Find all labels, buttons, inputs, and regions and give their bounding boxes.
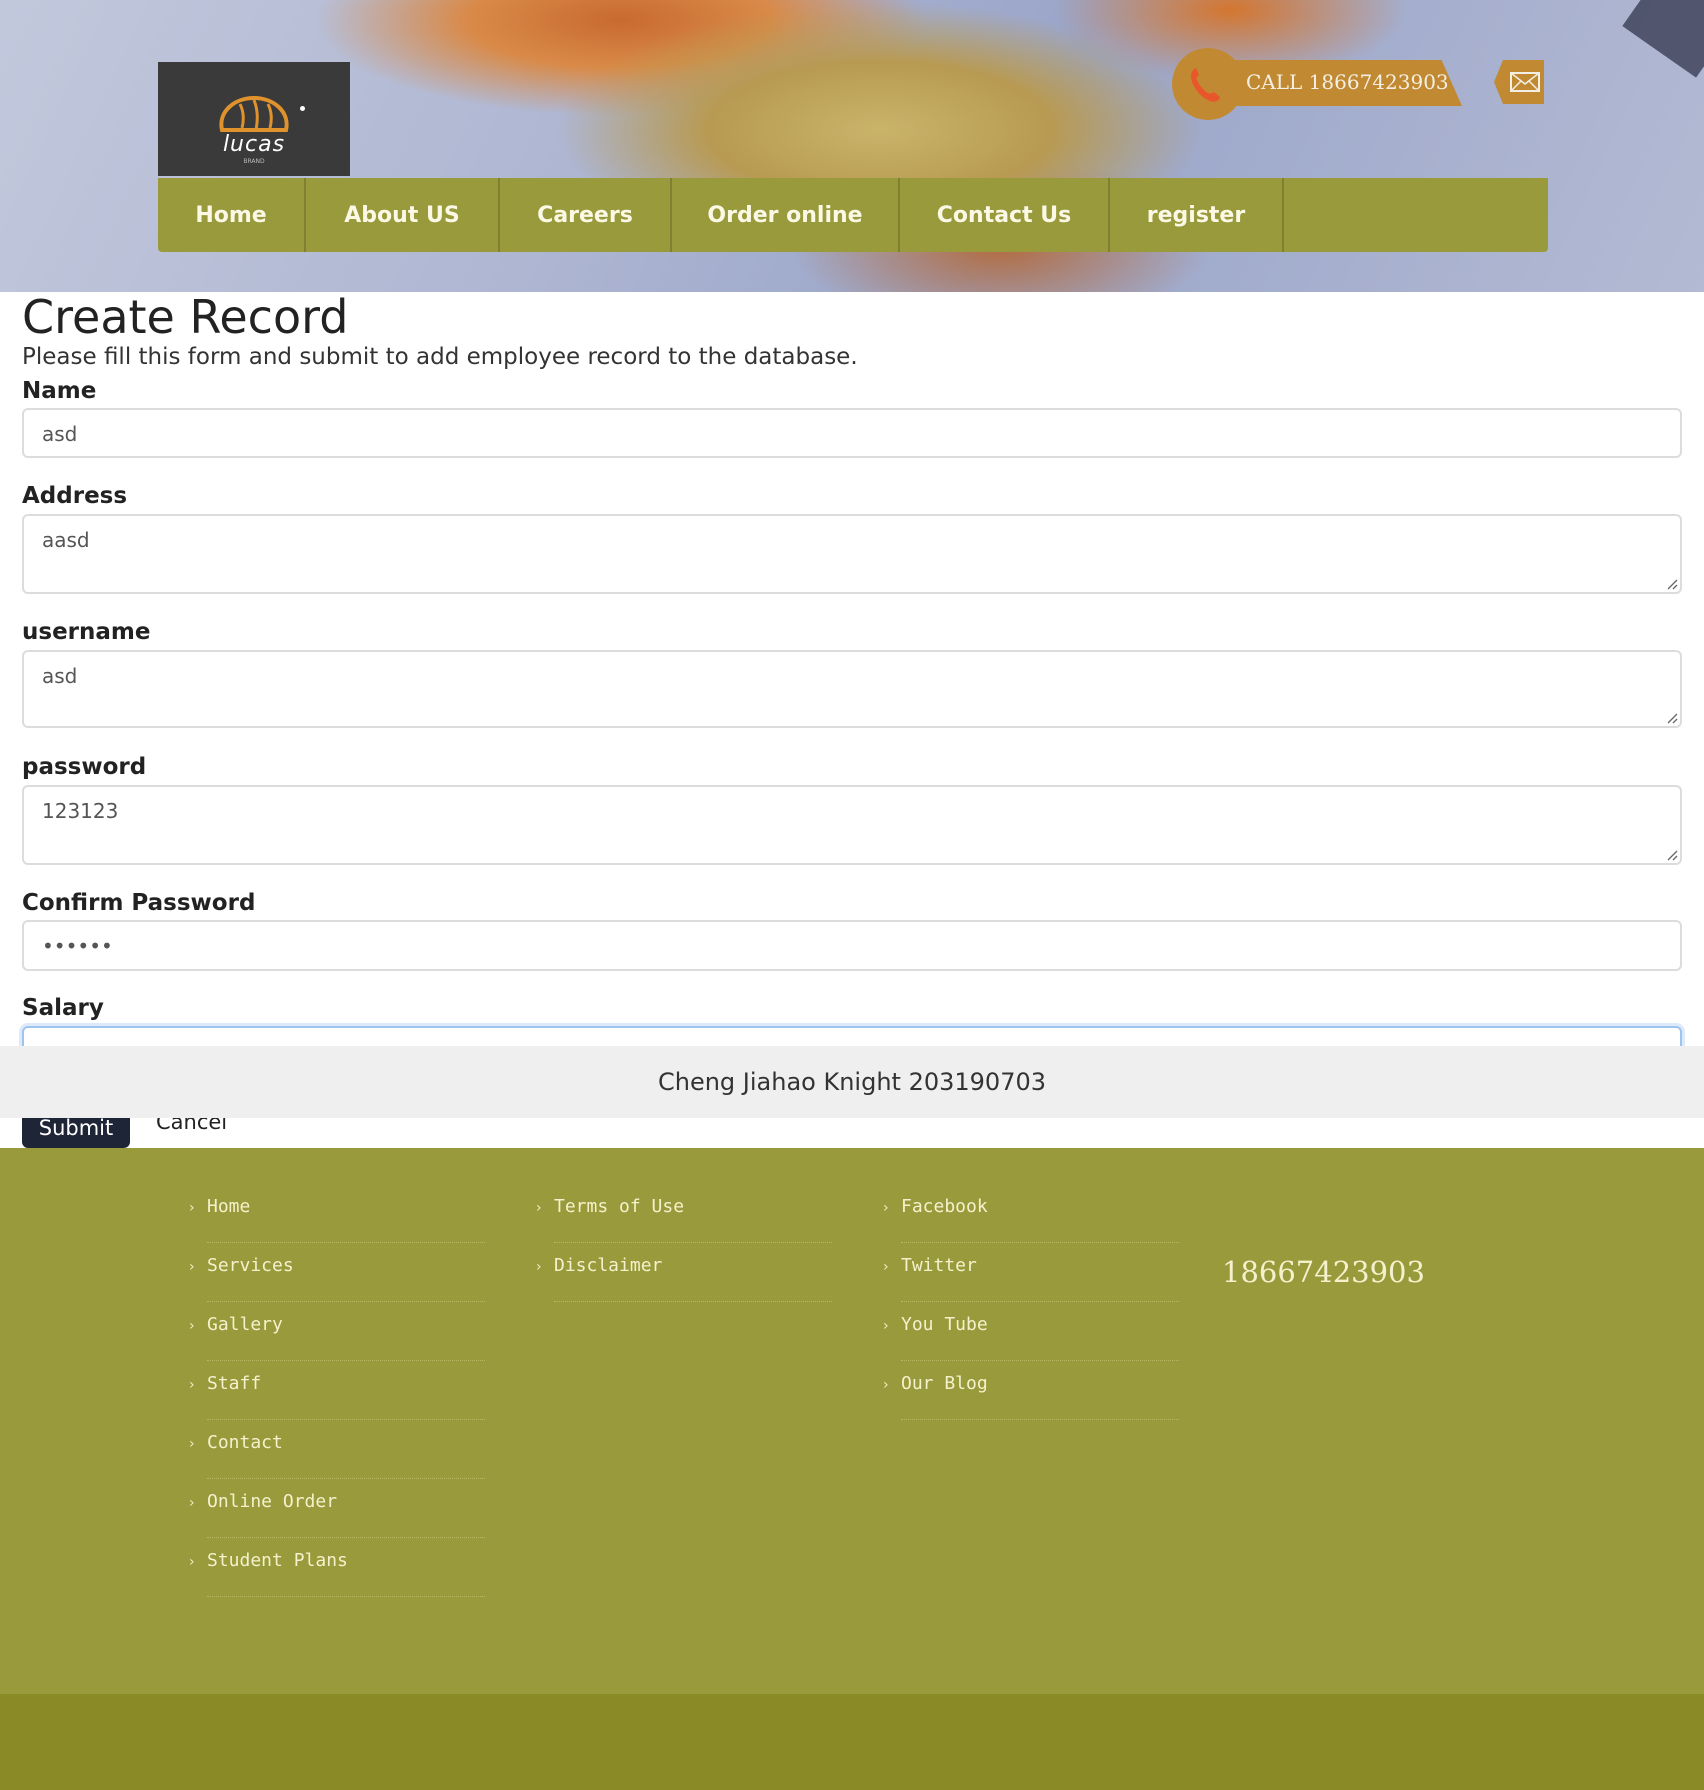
footer-link-contact[interactable]: › Contact [189,1422,487,1481]
footer-link-twitter[interactable]: › Twitter [883,1245,1181,1304]
nav-register[interactable]: register [1110,178,1284,252]
chevron-right-icon: › [883,1377,889,1393]
footer-link-services[interactable]: › Services [189,1245,487,1304]
page-title: Create Record [22,290,349,344]
chevron-right-icon: › [189,1554,195,1570]
header-banner: lucas BRAND CALL 18667423903 Home About … [0,0,1704,292]
chevron-right-icon: › [536,1200,542,1216]
call-badge[interactable]: CALL 18667423903 [1172,48,1482,120]
author-text: Cheng Jiahao Knight 203190703 [657,1068,1047,1096]
bread-icon [219,95,289,132]
username-value: asd [42,664,78,688]
password-label: password [22,754,147,780]
mail-button[interactable] [1494,60,1544,104]
username-textarea[interactable]: asd [22,650,1682,728]
chevron-right-icon: › [883,1259,889,1275]
footer-phone: 18667423903 [1222,1255,1425,1289]
call-text: CALL 18667423903 [1246,70,1449,94]
chevron-right-icon: › [536,1259,542,1275]
footer-column-social: › Facebook › Twitter › You Tube › Our Blog [883,1186,1181,1422]
footer-column-main: › Home › Services › Gallery › Staff › Contact… [189,1186,487,1599]
username-label: username [22,619,151,645]
nav-about-us[interactable]: About US [306,178,500,252]
author-overlay-bar: Cheng Jiahao Knight 203190703 [0,1046,1704,1118]
nav-order-online[interactable]: Order online [672,178,900,252]
logo-text: lucas [222,132,286,157]
chevron-right-icon: › [189,1318,195,1334]
nav-home[interactable]: Home [158,178,306,252]
page-description: Please fill this form and submit to add … [22,344,858,370]
nav-contact-us[interactable]: Contact Us [900,178,1110,252]
footer-link-online-order[interactable]: › Online Order [189,1481,487,1540]
brand-logo[interactable]: lucas BRAND [158,62,350,176]
chevron-right-icon: › [189,1495,195,1511]
address-label: Address [22,483,128,509]
password-value: 123123 [42,799,119,823]
footer-link-gallery[interactable]: › Gallery [189,1304,487,1363]
resize-handle-icon[interactable] [1666,712,1678,724]
resize-handle-icon[interactable] [1666,849,1678,861]
mail-icon [1510,72,1540,92]
footer-link-terms[interactable]: › Terms of Use [536,1186,834,1245]
footer-link-staff[interactable]: › Staff [189,1363,487,1422]
footer-link-student-plans[interactable]: › Student Plans [189,1540,487,1599]
name-label: Name [22,378,97,404]
chevron-right-icon: › [189,1200,195,1216]
footer-column-legal: › Terms of Use › Disclaimer [536,1186,834,1304]
confirm-password-label: Confirm Password [22,890,256,916]
main-nav: Home About US Careers Order online Conta… [158,178,1548,252]
logo-subtext: BRAND [243,158,265,165]
chevron-right-icon: › [883,1200,889,1216]
confirm-password-value: •••••• [42,934,113,958]
footer-bottom-bar [0,1694,1704,1790]
footer-link-home[interactable]: › Home [189,1186,487,1245]
salary-label: Salary [22,995,104,1021]
logo-dot [300,106,305,111]
phone-icon [1191,68,1220,102]
chevron-right-icon: › [189,1377,195,1393]
chevron-right-icon: › [189,1436,195,1452]
address-value: aasd [42,528,90,552]
nav-careers[interactable]: Careers [500,178,672,252]
name-value: asd [42,422,78,446]
password-textarea[interactable]: 123123 [22,785,1682,865]
name-input[interactable]: asd [22,408,1682,458]
footer-link-youtube[interactable]: › You Tube [883,1304,1181,1363]
footer-link-blog[interactable]: › Our Blog [883,1363,1181,1422]
chevron-right-icon: › [883,1318,889,1334]
footer-link-disclaimer[interactable]: › Disclaimer [536,1245,834,1304]
chevron-right-icon: › [189,1259,195,1275]
address-textarea[interactable]: aasd [22,514,1682,594]
resize-handle-icon[interactable] [1666,578,1678,590]
confirm-password-input[interactable]: •••••• [22,920,1682,971]
footer-link-facebook[interactable]: › Facebook [883,1186,1181,1245]
